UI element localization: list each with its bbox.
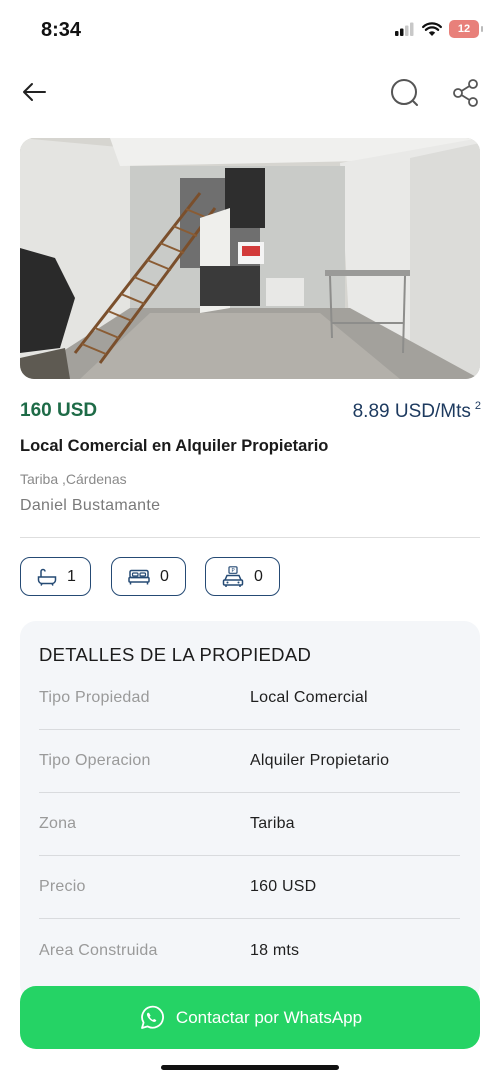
feature-chip-bedrooms: 0 xyxy=(111,557,186,596)
area-unit-superscript: 2 xyxy=(474,400,481,412)
detail-label: Zona xyxy=(39,815,77,832)
detail-row-price: Precio 160 USD xyxy=(39,856,460,919)
search-button[interactable] xyxy=(388,76,422,110)
detail-label: Tipo Operacion xyxy=(39,752,151,769)
detail-value: 160 USD xyxy=(250,878,317,895)
detail-row-property-type: Tipo Propiedad Local Comercial xyxy=(39,667,460,730)
share-button[interactable] xyxy=(450,76,482,110)
bathtub-icon xyxy=(37,568,57,586)
agent-name[interactable]: Daniel Bustamante xyxy=(20,497,160,515)
top-app-bar xyxy=(0,70,499,114)
price-per-area: 8.89 USD/Mts 2 xyxy=(353,400,481,423)
whatsapp-icon xyxy=(141,1005,164,1029)
wifi-icon xyxy=(422,21,442,36)
parking-car-icon: P xyxy=(222,565,244,587)
detail-label: Tipo Propiedad xyxy=(39,689,150,706)
detail-value: Local Comercial xyxy=(250,689,368,706)
detail-value: Alquiler Propietario xyxy=(250,752,390,769)
detail-label: Precio xyxy=(39,878,86,895)
listing-title: Local Comercial en Alquiler Propietario xyxy=(20,437,329,455)
detail-row-operation-type: Tipo Operacion Alquiler Propietario xyxy=(39,730,460,793)
parking-count: 0 xyxy=(254,567,263,585)
property-photo-illustration xyxy=(20,138,480,379)
divider xyxy=(20,537,480,538)
status-icons: 12 xyxy=(395,20,483,38)
cellular-signal-icon xyxy=(395,22,414,36)
detail-row-zone: Zona Tariba xyxy=(39,793,460,856)
details-title: DETALLES DE LA PROPIEDAD xyxy=(39,644,312,665)
detail-value: 18 mts xyxy=(250,941,300,959)
property-details-panel: DETALLES DE LA PROPIEDAD Tipo Propiedad … xyxy=(20,621,480,1001)
feature-chip-bathrooms: 1 xyxy=(20,557,91,596)
price-per-area-value: 8.89 USD/Mts xyxy=(352,401,471,422)
status-bar: 8:34 12 xyxy=(0,0,499,60)
detail-value: Tariba xyxy=(250,815,295,832)
bathrooms-count: 1 xyxy=(67,567,76,585)
price: 160 USD xyxy=(20,400,98,421)
battery-level: 12 xyxy=(457,23,471,35)
battery-indicator: 12 xyxy=(449,20,483,38)
contact-whatsapp-button[interactable]: Contactar por WhatsApp xyxy=(20,986,480,1049)
whatsapp-button-label: Contactar por WhatsApp xyxy=(175,1007,363,1027)
property-photo[interactable] xyxy=(20,138,480,379)
back-button[interactable] xyxy=(18,78,50,106)
arrow-left-icon xyxy=(23,83,46,101)
bedrooms-count: 0 xyxy=(160,567,169,585)
home-indicator[interactable] xyxy=(161,1065,339,1070)
status-time: 8:34 xyxy=(41,19,82,41)
listing-location: Tariba ,Cárdenas xyxy=(20,471,127,487)
detail-label: Area Construida xyxy=(39,941,158,959)
bed-icon xyxy=(128,569,150,584)
share-icon xyxy=(453,79,478,107)
feature-chip-parking: P 0 xyxy=(205,557,280,596)
detail-row-built-area: Area Construida 18 mts xyxy=(39,919,460,982)
search-icon xyxy=(391,79,418,106)
